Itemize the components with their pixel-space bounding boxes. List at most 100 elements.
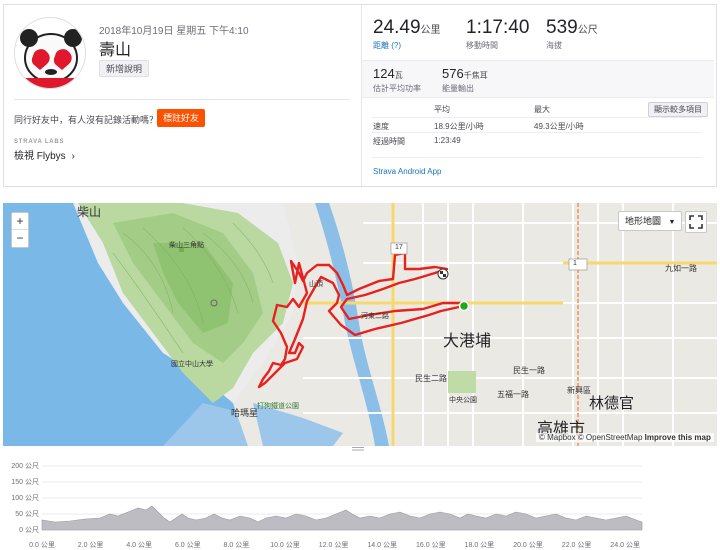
distance-unit: 公里 xyxy=(420,25,441,36)
speed-max: 49.3公里/小時 xyxy=(534,122,584,131)
map-label-wufu: 五福一路 xyxy=(497,390,529,399)
zoom-out-button[interactable]: − xyxy=(12,230,28,247)
activity-stats: 24.49公里 距離 (?) 1:17:40 移動時間 539公尺 海拔 124… xyxy=(362,5,716,186)
fullscreen-button[interactable] xyxy=(685,211,707,233)
flybys-label: 檢視 Flybys xyxy=(14,151,66,162)
y-tick-label: 150 公尺 xyxy=(11,478,39,486)
distance-label-text: 距離 xyxy=(373,41,389,50)
energy-unit: 千焦耳 xyxy=(463,71,488,80)
power-value: 124 xyxy=(373,66,395,81)
help-icon[interactable]: (?) xyxy=(391,41,401,50)
x-tick-label: 4.0 公里 xyxy=(126,541,152,549)
elevation-svg[interactable]: 200 公尺 150 公尺 100 公尺 50 公尺 0 公尺 0.0 公里 2.0 公里… xyxy=(0,456,720,550)
zoom-in-button[interactable]: + xyxy=(12,213,28,230)
map-label-road-1: 1 xyxy=(573,260,577,267)
start-marker-icon xyxy=(458,300,470,312)
y-tick-label: 0 公尺 xyxy=(19,526,39,534)
device-link[interactable]: Strava Android App xyxy=(373,167,442,176)
map-label-peak: 柴山三角點 xyxy=(169,242,204,249)
secondary-stats: 124瓦 估計平均功率 576千焦耳 能量輸出 xyxy=(362,60,714,98)
map-label-university: 國立中山大學 xyxy=(171,361,213,368)
road-shield-1-icon xyxy=(568,258,588,271)
improve-map-link[interactable]: Improve this map xyxy=(645,433,711,442)
x-tick-label: 20.0 公里 xyxy=(513,541,543,549)
energy-value: 576 xyxy=(442,66,464,81)
map-label-xinxing: 新興區 xyxy=(567,386,591,395)
zoom-controls: + − xyxy=(11,212,29,248)
fullscreen-icon xyxy=(689,215,703,229)
osm-link[interactable]: © OpenStreetMap xyxy=(578,433,643,442)
avatar[interactable] xyxy=(14,17,86,89)
stat-elevation: 539公尺 海拔 xyxy=(546,17,598,51)
energy-label: 能量輸出 xyxy=(442,84,474,93)
activity-card: 2018年10月19日 星期五 下午4:10 壽山 新增說明 同行好友中，有人沒… xyxy=(3,4,717,187)
flybys-link[interactable]: 檢視 Flybys › xyxy=(14,147,75,162)
divider xyxy=(372,117,702,118)
map-type-select[interactable]: 地形地圖 ▼ xyxy=(618,211,683,231)
elevation-label: 海拔 xyxy=(546,41,562,50)
x-tick-label: 18.0 公里 xyxy=(465,541,495,549)
moving-time-label: 移動時間 xyxy=(466,41,498,50)
elapsed-avg: 1:23:49 xyxy=(434,136,461,145)
finish-flag-icon xyxy=(437,268,449,280)
map-label-hedong: 河東二路 xyxy=(361,313,389,320)
map-label-shanzhan: 山頂 xyxy=(309,281,323,288)
divider xyxy=(372,132,702,133)
map-label-park: 打狗鐵道公園 xyxy=(257,403,299,410)
mapbox-link[interactable]: © Mapbox xyxy=(539,433,576,442)
activity-date: 2018年10月19日 星期五 下午4:10 xyxy=(99,26,249,37)
map-label-chaishan: 柴山 xyxy=(77,205,102,219)
max-header: 最大 xyxy=(534,105,550,114)
tag-friends-button[interactable]: 標註好友 xyxy=(157,109,206,127)
chevron-right-icon: › xyxy=(71,151,75,162)
avatar-image xyxy=(15,18,85,88)
power-unit: 瓦 xyxy=(394,71,403,80)
x-tick-label: 6.0 公里 xyxy=(175,541,201,549)
x-tick-label: 8.0 公里 xyxy=(224,541,250,549)
y-tick-label: 100 公尺 xyxy=(11,494,39,502)
x-tick-label: 12.0 公里 xyxy=(319,541,349,549)
map-label-jiuru: 九如一路 xyxy=(665,264,697,273)
stat-distance: 24.49公里 距離 (?) xyxy=(373,17,441,51)
map-attribution: © Mapbox © OpenStreetMap Improve this ma… xyxy=(536,433,714,442)
map-label-central-park: 中央公園 xyxy=(449,397,477,404)
x-tick-label: 22.0 公里 xyxy=(562,541,592,549)
y-tick-label: 200 公尺 xyxy=(11,462,39,470)
stat-moving-time: 1:17:40 移動時間 xyxy=(466,17,529,51)
speed-label: 速度 xyxy=(373,122,389,131)
x-tick-label: 24.0 公里 xyxy=(610,541,640,549)
map-label-linde: 林德官 xyxy=(589,395,635,412)
map-label-road-17: 17 xyxy=(395,244,403,251)
avg-header: 平均 xyxy=(434,105,450,114)
distance-label: 距離 (?) xyxy=(373,40,441,51)
add-description-button[interactable]: 新增說明 xyxy=(99,60,150,77)
elapsed-label: 經過時間 xyxy=(373,137,405,146)
friends-question: 同行好友中，有人沒有記錄活動嗎？ xyxy=(14,115,159,125)
show-more-button[interactable]: 顯示較多項目 xyxy=(648,102,708,117)
elevation-profile xyxy=(41,505,643,531)
resize-handle-icon[interactable] xyxy=(352,446,364,452)
route-map[interactable]: 柴山 柴山三角點 國立中山大學 哈瑪星 打狗鐵道公園 大港埔 高雄市 林德官 1… xyxy=(3,203,717,446)
speed-avg: 18.9公里/小時 xyxy=(434,122,484,131)
x-tick-label: 2.0 公里 xyxy=(78,541,104,549)
distance-value: 24.49 xyxy=(373,17,421,38)
elevation-chart[interactable]: 200 公尺 150 公尺 100 公尺 50 公尺 0 公尺 0.0 公里 2.0 公里… xyxy=(0,456,720,550)
elevation-unit: 公尺 xyxy=(577,25,598,36)
strava-labs-label: STRAVA LABS xyxy=(14,139,65,145)
y-tick-label: 50 公尺 xyxy=(15,510,39,518)
divider xyxy=(14,99,350,100)
elevation-value: 539 xyxy=(546,17,578,38)
stat-power: 124瓦 估計平均功率 xyxy=(373,65,421,94)
x-tick-label: 14.0 公里 xyxy=(367,541,397,549)
activity-title: 壽山 xyxy=(99,42,132,59)
x-tick-label: 16.0 公里 xyxy=(416,541,446,549)
x-tick-label: 0.0 公里 xyxy=(29,541,55,549)
map-label-minsheng: 民生一路 xyxy=(513,366,545,375)
map-label-hamaxing: 哈瑪星 xyxy=(231,408,259,418)
power-label: 估計平均功率 xyxy=(373,84,421,93)
stat-energy: 576千焦耳 能量輸出 xyxy=(442,65,488,94)
divider xyxy=(372,157,702,158)
activity-summary: 2018年10月19日 星期五 下午4:10 壽山 新增說明 同行好友中，有人沒… xyxy=(4,5,360,186)
map-label-minsheng2: 民生二路 xyxy=(415,374,447,383)
map-type-label: 地形地圖 xyxy=(625,216,662,226)
